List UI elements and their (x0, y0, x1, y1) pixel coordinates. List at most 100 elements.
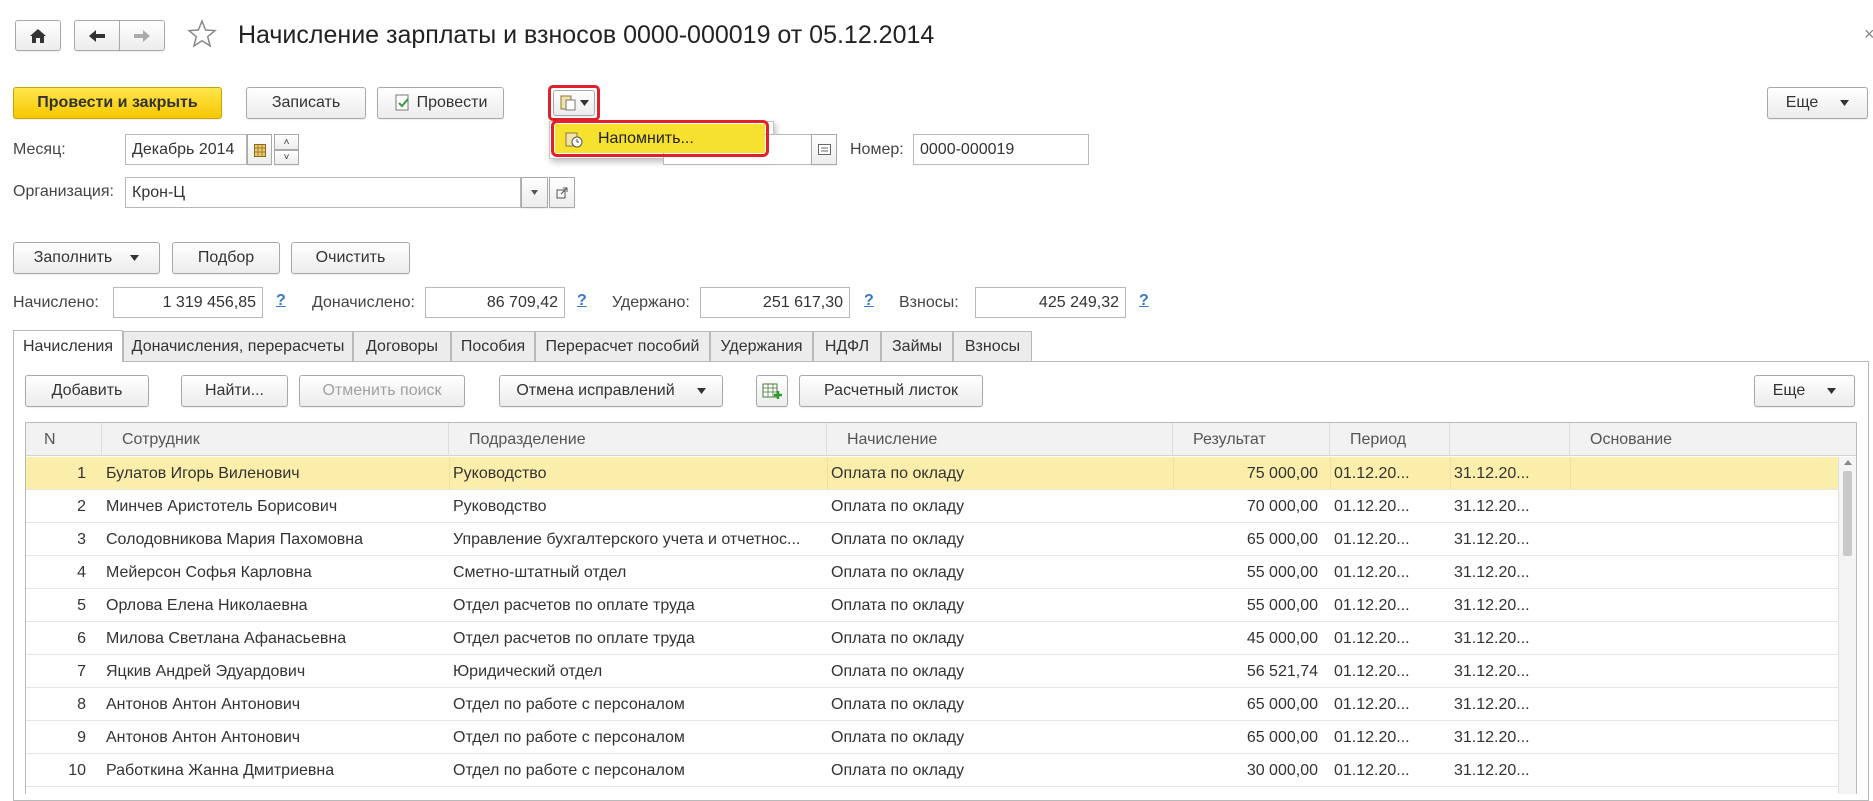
cell-department: Руководство (453, 464, 547, 482)
column-header-period[interactable]: Период (1330, 423, 1450, 456)
table-row[interactable]: 5 Орлова Елена Николаевна Отдел расчетов п… (26, 589, 1838, 622)
number-field[interactable]: 0000-000019 (913, 134, 1089, 165)
home-button[interactable] (15, 20, 61, 51)
add-table-button[interactable] (756, 375, 788, 407)
cell-department: Отдел расчетов по оплате труда (453, 596, 695, 614)
table-row[interactable]: 4 Мейерсон Софья Карловна Сметно-штатный о… (26, 556, 1838, 589)
withheld-help-link[interactable]: ? (864, 292, 874, 310)
month-field[interactable]: Декабрь 2014 (125, 134, 247, 165)
tab-ndfl[interactable]: НДФЛ (813, 331, 881, 361)
cell-employee: Булатов Игорь Виленович (106, 464, 300, 482)
open-link-icon (556, 187, 568, 198)
contributions-help-link[interactable]: ? (1139, 292, 1149, 310)
month-stepper-down[interactable]: ˅ (274, 150, 299, 165)
withheld-field: 251 617,30 (700, 287, 850, 318)
post-button-label: Провести (416, 94, 488, 111)
table-row[interactable]: 6 Милова Светлана Афанасьевна Отдел расчет… (26, 622, 1838, 655)
chevron-down-icon (696, 388, 706, 394)
close-icon[interactable]: × (1864, 24, 1873, 45)
table-row[interactable]: 1 Булатов Игорь Виленович Руководство Оплат… (26, 457, 1838, 490)
table-row[interactable]: 8 Антонов Антон Антонович Отдел по работе … (26, 688, 1838, 721)
tab-withholdings[interactable]: Удержания (710, 331, 813, 361)
row-column-separator (1330, 457, 1331, 490)
save-button[interactable]: Записать (246, 87, 366, 119)
add-button[interactable]: Добавить (25, 375, 149, 407)
vertical-scrollbar[interactable] (1838, 457, 1856, 794)
payslip-button[interactable]: Расчетный листок (799, 375, 983, 407)
cell-result: 55 000,00 (1246, 563, 1318, 581)
cell-accrual: Оплата по окладу (831, 761, 965, 779)
cell-employee: Яцкив Андрей Эдуардович (106, 662, 306, 680)
pick-button[interactable]: Подбор (172, 242, 280, 274)
tab-additional-accruals[interactable]: Доначисления, перерасчеты (123, 331, 353, 361)
cell-accrual: Оплата по окладу (831, 629, 965, 647)
column-header-accrual[interactable]: Начисление (827, 423, 1173, 456)
organization-field[interactable]: Крон-Ц (125, 177, 521, 208)
contributions-label: Взносы: (899, 294, 959, 311)
grid-more-button[interactable]: Еще (1754, 375, 1855, 407)
fill-button[interactable]: Заполнить (13, 242, 160, 274)
accrued-help-link[interactable]: ? (276, 292, 286, 310)
tab-accruals[interactable]: Начисления (13, 330, 123, 362)
forward-button[interactable] (119, 20, 165, 51)
accrued-field: 1 319 456,85 (113, 287, 263, 318)
cell-employee: Минчев Аристотель Борисович (106, 497, 338, 515)
date-calendar-button[interactable] (811, 134, 837, 165)
arrow-left-icon (89, 29, 105, 42)
cell-period-start: 01.12.20... (1334, 662, 1410, 680)
favorite-star-icon[interactable] (186, 18, 218, 55)
table-row[interactable]: 2 Минчев Аристотель Борисович Руководство О… (26, 490, 1838, 523)
cell-department: Отдел расчетов по оплате труда (453, 629, 695, 647)
tab-contracts[interactable]: Договоры (353, 331, 451, 361)
cell-department: Отдел по работе с персоналом (453, 728, 685, 746)
extra-accrued-help-link[interactable]: ? (577, 292, 587, 310)
cell-period-end: 31.12.20... (1454, 728, 1530, 746)
table-row[interactable]: 3 Солодовникова Мария Пахомовна Управление… (26, 523, 1838, 556)
column-header-result[interactable]: Результат (1173, 423, 1330, 456)
cell-period-end: 31.12.20... (1454, 761, 1530, 779)
cell-n: 2 (77, 497, 86, 515)
back-button[interactable] (74, 20, 120, 51)
organization-dropdown-button[interactable] (521, 177, 548, 208)
table-row[interactable]: 10 Работкина Жанна Дмитриевна Отдел по раб… (26, 754, 1838, 787)
cell-n: 5 (77, 596, 86, 614)
documents-icon (560, 95, 575, 111)
post-button[interactable]: Провести (377, 87, 504, 119)
cancel-fixes-button[interactable]: Отмена исправлений (499, 375, 723, 407)
extra-accrued-label: Доначислено: (312, 294, 415, 311)
organization-open-button[interactable] (549, 177, 575, 208)
month-value: Декабрь 2014 (132, 140, 235, 158)
find-button[interactable]: Найти... (181, 375, 288, 407)
organization-value: Крон-Ц (132, 183, 186, 201)
cell-period-start: 01.12.20... (1334, 728, 1410, 746)
chevron-down-icon (1840, 100, 1850, 106)
clear-button[interactable]: Очистить (291, 242, 410, 274)
tab-benefits[interactable]: Пособия (451, 331, 535, 361)
table-row[interactable]: 7 Яцкив Андрей Эдуардович Юридический отде… (26, 655, 1838, 688)
table-body: 1 Булатов Игорь Виленович Руководство Оплат… (26, 457, 1838, 794)
row-column-separator (449, 457, 450, 490)
tab-loans[interactable]: Займы (881, 331, 953, 361)
column-header-basis[interactable]: Основание (1570, 423, 1856, 456)
cell-n: 9 (77, 728, 86, 746)
column-header-department[interactable]: Подразделение (449, 423, 827, 456)
related-documents-dropdown-button[interactable] (553, 90, 595, 116)
month-stepper-up[interactable]: ˄ (274, 134, 299, 150)
cell-employee: Милова Светлана Афанасьевна (106, 629, 347, 647)
tab-benefits-recalc[interactable]: Перерасчет пособий (535, 331, 710, 361)
cancel-search-button[interactable]: Отменить поиск (299, 375, 465, 407)
column-header-period-end[interactable] (1450, 423, 1570, 456)
table-row[interactable]: 9 Антонов Антон Антонович Отдел по работе … (26, 721, 1838, 754)
extra-accrued-value: 86 709,42 (486, 293, 558, 311)
cell-accrual: Оплата по окладу (831, 563, 965, 581)
column-header-employee[interactable]: Сотрудник (102, 423, 449, 456)
cell-period-end: 31.12.20... (1454, 695, 1530, 713)
more-button[interactable]: Еще (1767, 87, 1868, 119)
month-calendar-button[interactable] (247, 134, 272, 165)
scroll-up-arrow[interactable] (1844, 460, 1852, 465)
tab-contributions[interactable]: Взносы (953, 331, 1032, 361)
post-and-close-button[interactable]: Провести и закрыть (13, 87, 222, 119)
scrollbar-thumb[interactable] (1843, 471, 1852, 556)
cell-result: 65 000,00 (1246, 695, 1318, 713)
column-header-n[interactable]: N (26, 423, 102, 456)
